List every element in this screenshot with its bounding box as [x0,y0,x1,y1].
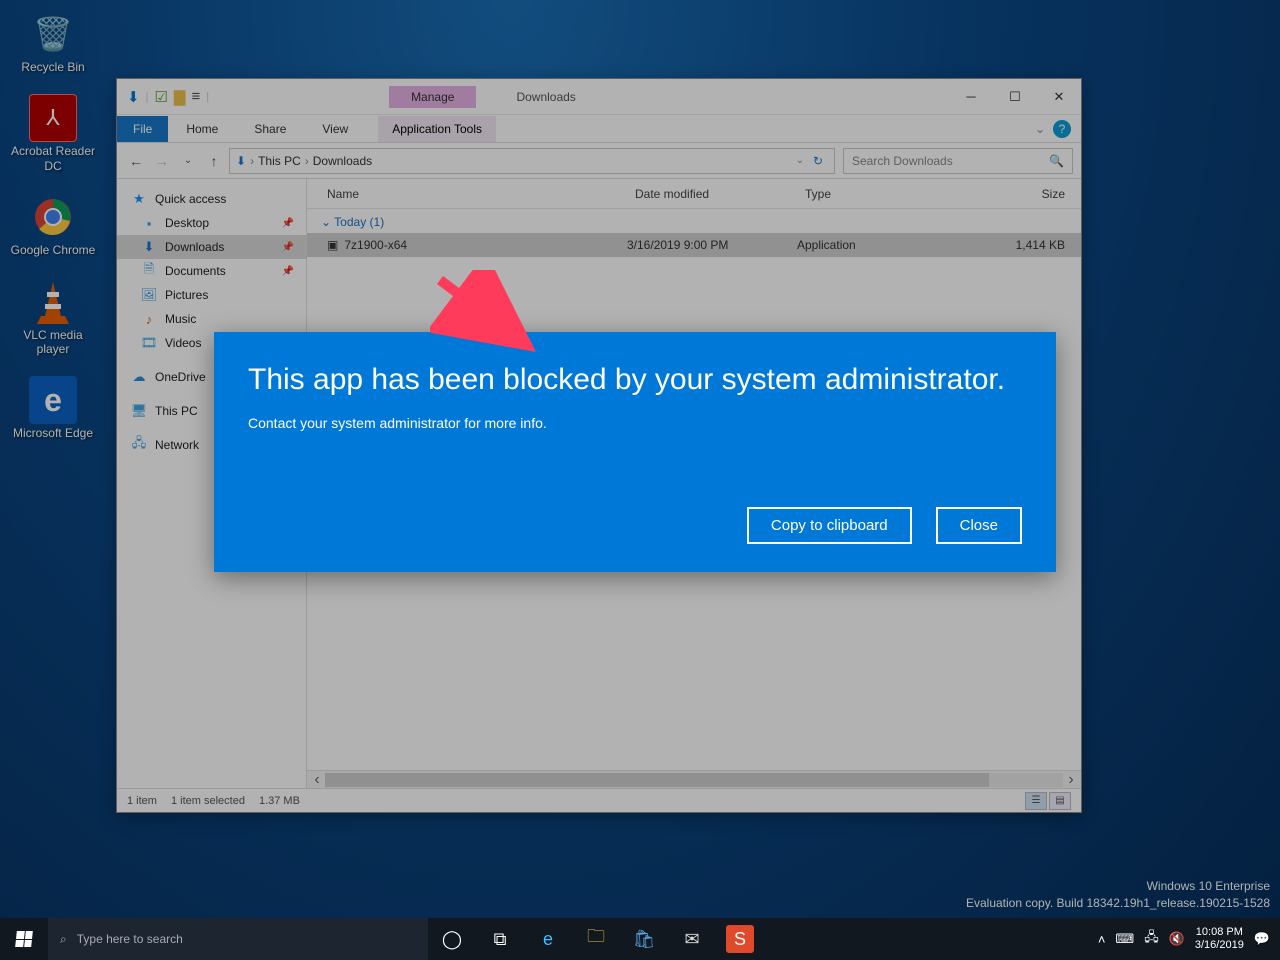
edge-icon[interactable]: e Microsoft Edge [8,376,98,440]
file-date: 3/16/2019 9:00 PM [627,238,797,252]
titlebar: ⬇ | ☑ ▇ ≡ | Manage Downloads ─ ☐ ✕ [117,79,1081,115]
minimize-button[interactable]: ─ [949,81,993,113]
blocked-dialog: This app has been blocked by your system… [214,332,1056,572]
task-view-icon[interactable]: ⧉ [476,918,524,960]
file-size: 1,414 KB [947,238,1081,252]
start-button[interactable] [0,918,48,960]
share-tab[interactable]: Share [236,116,304,142]
file-row[interactable]: ▣ 7z1900-x64 3/16/2019 9:00 PM Applicatio… [307,233,1081,257]
mail-icon[interactable]: ✉ [668,918,716,960]
quick-check-icon[interactable]: ☑ [154,88,167,106]
col-name[interactable]: Name [307,187,627,201]
col-type[interactable]: Type [797,187,947,201]
view-details-icon[interactable]: ☰ [1025,792,1047,810]
system-tray: ˄ ⌨ 🖧 🔇 10:08 PM 3/16/2019 💬 [1088,918,1280,960]
quick-dropdown-icon[interactable]: ≡ [191,88,200,105]
status-bar: 1 item 1 item selected 1.37 MB ☰ ▤ [117,788,1081,812]
status-selected: 1 item selected [171,795,245,807]
down-arrow-icon: ⬇ [236,154,246,168]
copy-to-clipboard-button[interactable]: Copy to clipboard [747,507,912,544]
tray-network-icon[interactable]: 🖧 [1144,928,1159,950]
acrobat-icon[interactable]: ⅄ Acrobat Reader DC [8,94,98,173]
pin-icon: 📌 [282,242,294,253]
breadcrumb[interactable]: ⬇ › This PC › Downloads ⌄ ↻ [229,148,835,174]
search-placeholder: Search Downloads [852,154,953,168]
view-tab[interactable]: View [304,116,366,142]
edge-taskbar-icon[interactable]: e [524,918,572,960]
col-size[interactable]: Size [947,187,1081,201]
search-box[interactable]: Search Downloads 🔍 [843,148,1073,174]
sidebar-music[interactable]: ♪Music [117,307,306,331]
window-title: Downloads [516,90,575,104]
breadcrumb-root[interactable]: This PC [258,154,301,168]
sidebar-pictures[interactable]: 🖼Pictures [117,283,306,307]
breadcrumb-folder[interactable]: Downloads [313,154,372,168]
dialog-heading: This app has been blocked by your system… [248,360,1022,399]
up-button[interactable]: ↑ [203,150,225,172]
pin-icon: 📌 [282,266,294,277]
help-icon[interactable]: ? [1053,120,1071,138]
forward-button[interactable]: → [151,150,173,172]
home-tab[interactable]: Home [168,116,236,142]
ribbon-tabs: File Home Share View Application Tools ⌄… [117,115,1081,143]
explorer-taskbar-icon[interactable]: 🗀 [572,918,620,960]
snagit-icon[interactable]: S [726,925,754,953]
desktop-icons: 🗑️ Recycle Bin ⅄ Acrobat Reader DC Googl… [8,10,98,461]
quick-down-icon[interactable]: ⬇ [127,88,140,106]
action-center-icon[interactable]: 💬 [1254,931,1270,947]
windows-logo-icon [15,931,33,947]
tray-chevron-icon[interactable]: ˄ [1098,932,1106,947]
status-size: 1.37 MB [259,795,300,807]
recent-button[interactable]: ⌄ [177,150,199,172]
store-icon[interactable]: 🛍 [620,918,668,960]
file-tab[interactable]: File [117,116,168,142]
quick-folder-icon[interactable]: ▇ [174,88,186,106]
scroll-left-icon[interactable]: ‹ [309,771,325,789]
quick-access[interactable]: ★Quick access [117,187,306,211]
group-header[interactable]: ⌄ Today (1) [307,209,1081,233]
nav-row: ← → ⌄ ↑ ⬇ › This PC › Downloads ⌄ ↻ Sear… [117,143,1081,179]
ribbon-expand-icon[interactable]: ⌄ [1035,122,1045,136]
watermark: Windows 10 Enterprise Evaluation copy. B… [966,878,1270,912]
sidebar-documents[interactable]: 🗎Documents📌 [117,259,306,283]
dialog-body: Contact your system administrator for mo… [248,415,1022,431]
view-large-icon[interactable]: ▤ [1049,792,1071,810]
tray-clock[interactable]: 10:08 PM 3/16/2019 [1195,926,1244,952]
scroll-right-icon[interactable]: › [1063,771,1079,789]
taskbar: ⌕ Type here to search ◯ ⧉ e 🗀 🛍 ✉ S ˄ ⌨ … [0,918,1280,960]
cortana-icon[interactable]: ◯ [428,918,476,960]
file-name: 7z1900-x64 [344,238,407,252]
app-tools-tab[interactable]: Application Tools [378,116,496,142]
taskbar-search[interactable]: ⌕ Type here to search [48,918,428,960]
horizontal-scrollbar[interactable]: ‹ › [307,770,1081,788]
search-icon: 🔍 [1049,154,1064,168]
col-date[interactable]: Date modified [627,187,797,201]
manage-tab[interactable]: Manage [389,86,476,108]
exe-icon: ▣ [327,238,338,252]
refresh-icon[interactable]: ↻ [808,154,828,168]
status-items: 1 item [127,795,157,807]
tray-input-icon[interactable]: ⌨ [1115,931,1134,947]
vlc-icon[interactable]: VLC media player [8,278,98,357]
chrome-icon[interactable]: Google Chrome [8,193,98,257]
pin-icon: 📌 [282,218,294,229]
close-window-button[interactable]: ✕ [1037,81,1081,113]
search-icon: ⌕ [60,932,67,947]
tray-volume-icon[interactable]: 🔇 [1169,931,1185,947]
file-type: Application [797,238,947,252]
recycle-bin-icon[interactable]: 🗑️ Recycle Bin [8,10,98,74]
maximize-button[interactable]: ☐ [993,81,1037,113]
sidebar-desktop[interactable]: ▪Desktop📌 [117,211,306,235]
close-button[interactable]: Close [936,507,1022,544]
back-button[interactable]: ← [125,150,147,172]
sidebar-downloads[interactable]: ⬇Downloads📌 [117,235,306,259]
column-headers: Name Date modified Type Size [307,179,1081,209]
